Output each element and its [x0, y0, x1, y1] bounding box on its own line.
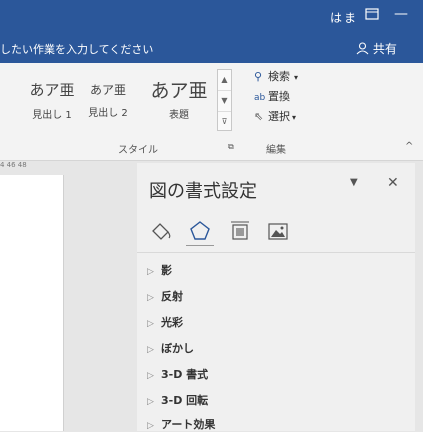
chevron-down-icon: ▾	[294, 73, 299, 82]
collapse-ribbon-icon[interactable]: ^	[405, 141, 413, 152]
scroll-down-icon[interactable]: ▼	[218, 91, 231, 112]
share-label: 共有	[372, 42, 397, 56]
chevron-right-icon: ▷	[147, 397, 154, 407]
scroll-up-icon[interactable]: ▲	[218, 70, 231, 91]
section-shadow[interactable]: ▷ 影	[147, 262, 172, 278]
select-label: 選択	[268, 110, 290, 123]
section-label: 3-D 書式	[161, 368, 209, 381]
chevron-right-icon: ▷	[147, 293, 154, 303]
style-sample: あア亜	[150, 80, 208, 102]
style-title[interactable]: あア亜 表題	[146, 79, 212, 121]
style-sample: あア亜	[29, 81, 75, 99]
user-name[interactable]: はま	[330, 9, 358, 26]
chevron-right-icon: ▷	[147, 267, 154, 277]
pane-divider	[137, 252, 415, 253]
minimize-button[interactable]: —	[394, 6, 408, 22]
pane-scroll-edge	[415, 163, 423, 431]
chevron-right-icon: ▷	[147, 371, 154, 381]
section-3d-rotation[interactable]: ▷ 3-D 回転	[147, 392, 208, 408]
find-button[interactable]: ⚲ 検索 ▾	[254, 68, 298, 84]
effects-icon[interactable]	[188, 219, 212, 243]
editing-group-label: 編集	[266, 145, 286, 156]
section-artistic-effects[interactable]: ▷ アート効果	[147, 416, 215, 432]
section-label: 反射	[161, 290, 183, 303]
replace-icon: ab	[254, 93, 266, 103]
chevron-right-icon: ▷	[147, 345, 154, 355]
style-heading-2[interactable]: あア亜 見出し 2	[80, 79, 136, 119]
ribbon-display-icon[interactable]	[365, 8, 379, 24]
replace-button[interactable]: ab 置換	[254, 88, 290, 104]
chevron-right-icon: ▷	[147, 319, 154, 329]
picture-icon[interactable]	[266, 219, 290, 243]
ruler: 4 46 48	[0, 161, 27, 169]
person-icon	[356, 42, 373, 56]
select-button[interactable]: ⇖ 選択 ▾	[254, 108, 296, 124]
fill-line-icon[interactable]	[149, 219, 173, 243]
section-label: 影	[161, 264, 172, 277]
section-soft-edges[interactable]: ▷ ぼかし	[147, 340, 194, 356]
layout-properties-icon[interactable]	[228, 219, 252, 243]
section-reflection[interactable]: ▷ 反射	[147, 288, 183, 304]
ribbon: あア亜 見出し 1 あア亜 見出し 2 あア亜 表題 ▲ ▼ ⊽ スタイル ⧉ …	[0, 63, 423, 161]
style-name: 表題	[169, 110, 189, 121]
replace-label: 置換	[268, 90, 290, 103]
tell-me-bar: したい作業を入力してください 共有	[0, 33, 423, 63]
style-name: 見出し 2	[88, 108, 128, 119]
styles-group-label: スタイル	[118, 145, 158, 156]
tell-me-input[interactable]: したい作業を入力してください	[0, 41, 153, 57]
chevron-down-icon: ▾	[292, 113, 297, 122]
style-sample: あア亜	[89, 83, 126, 97]
style-heading-1[interactable]: あア亜 見出し 1	[24, 79, 80, 121]
styles-gallery-scroll[interactable]: ▲ ▼ ⊽	[217, 69, 232, 131]
section-label: 光彩	[161, 316, 183, 329]
dialog-launcher-icon[interactable]: ⧉	[228, 142, 234, 152]
section-label: ぼかし	[161, 342, 194, 355]
section-glow[interactable]: ▷ 光彩	[147, 314, 183, 330]
more-styles-icon[interactable]: ⊽	[218, 112, 231, 132]
pane-options-icon[interactable]: ▼	[350, 177, 358, 188]
search-icon: ⚲	[254, 70, 263, 83]
title-bar: はま — □	[0, 0, 423, 33]
section-label: 3-D 回転	[161, 394, 209, 407]
share-button[interactable]: 共有	[356, 40, 397, 57]
section-label: アート効果	[161, 418, 216, 431]
active-tab-indicator	[186, 245, 214, 246]
chevron-right-icon: ▷	[147, 421, 154, 431]
format-picture-pane: 図の書式設定 ▼ ✕ ▷ 影 ▷ 反射 ▷ 光彩 ▷ ぼかし ▷ 3-D 書式 ▷ 3-D …	[137, 163, 415, 431]
cursor-icon: ⇖	[254, 110, 264, 123]
find-label: 検索	[268, 70, 290, 83]
section-3d-format[interactable]: ▷ 3-D 書式	[147, 366, 208, 382]
pane-title: 図の書式設定	[149, 181, 257, 202]
close-icon[interactable]: ✕	[387, 175, 399, 191]
document-page[interactable]	[0, 175, 64, 431]
style-name: 見出し 1	[32, 110, 72, 121]
